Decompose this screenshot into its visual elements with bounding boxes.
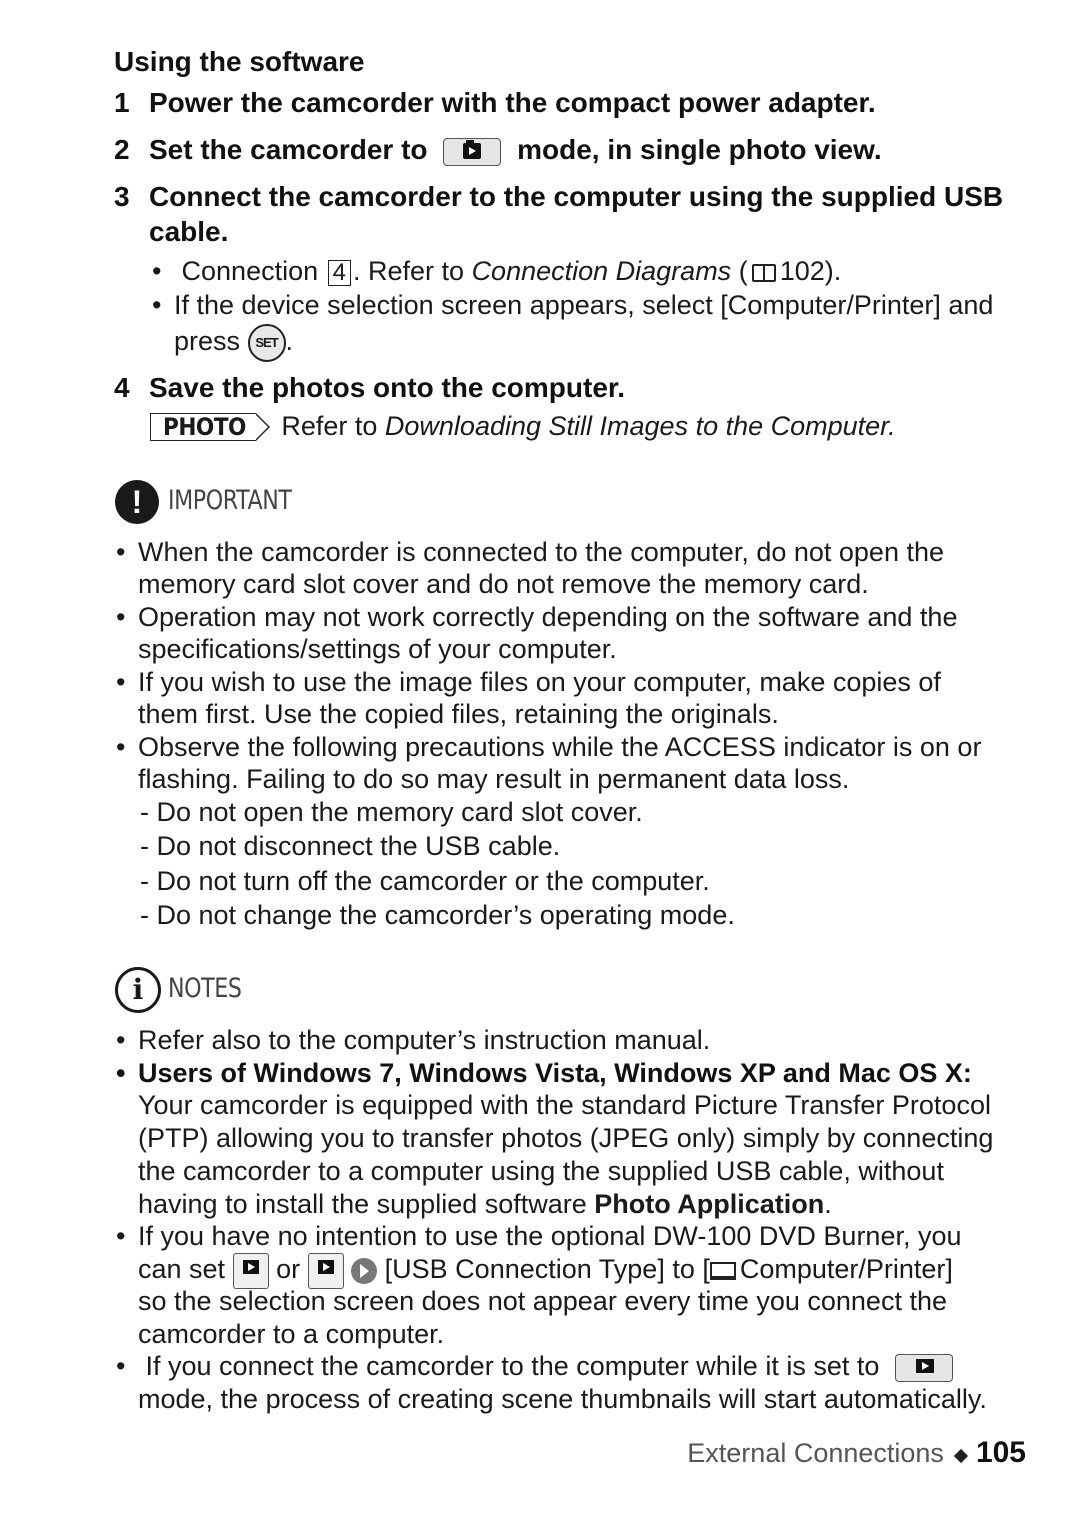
bullet-text: Connection: [181, 256, 319, 286]
note-item: If you connect the camcorder to the comp…: [116, 1351, 953, 1382]
step-number: 3: [114, 181, 130, 212]
reference-text: Refer to: [281, 411, 378, 441]
movie-mode-icon: [232, 1253, 269, 1289]
note-item: If you have no intention to use the opti…: [116, 1221, 962, 1252]
precaution-item: - Do not disconnect the USB cable.: [140, 831, 561, 861]
step-1: 1 Power the camcorder with the compact po…: [114, 87, 876, 119]
note-item-os-heading: Users of Windows 7, Windows Vista, Windo…: [116, 1058, 972, 1089]
step-text: Connect the camcorder to the computer us…: [149, 181, 1004, 212]
step-number: 2: [114, 134, 130, 165]
step-text: mode, in single photo view.: [517, 134, 882, 165]
section-title: Using the software: [114, 46, 365, 77]
bullet-text: . Refer to: [353, 256, 465, 286]
info-icon: i: [115, 967, 161, 1013]
precaution-item: - Do not open the memory card slot cover…: [140, 797, 643, 827]
photo-mode-icon: [443, 137, 502, 166]
diamond-icon: [953, 1448, 969, 1463]
note-item-cont: Your camcorder is equipped with the stan…: [138, 1090, 991, 1120]
note-item-cont: so the selection screen does not appear …: [138, 1286, 947, 1316]
set-button-icon: SET: [247, 324, 286, 362]
photo-tag-icon: PHOTO: [150, 413, 270, 441]
page-reference: 102).: [779, 256, 842, 286]
important-item: Operation may not work correctly dependi…: [116, 602, 957, 633]
important-icon: !: [115, 480, 159, 524]
page-number: 105: [975, 1436, 1026, 1469]
step-2: 2 Set the camcorder to mode, in single ph…: [114, 134, 882, 166]
important-item-cont: flashing. Failing to do so may result in…: [138, 764, 850, 794]
important-item-cont: specifications/settings of your computer…: [138, 634, 617, 664]
computer-icon: [709, 1262, 736, 1280]
cross-reference-link[interactable]: Downloading Still Images to the Computer…: [385, 411, 896, 441]
bullet-text: .: [285, 326, 294, 357]
note-item-cont: camcorder to a computer.: [138, 1319, 445, 1349]
note-item-cont: the camcorder to a computer using the su…: [138, 1156, 944, 1186]
cross-reference-link[interactable]: Connection Diagrams: [472, 256, 732, 286]
book-icon: [751, 263, 776, 282]
important-heading: IMPORTANT: [168, 485, 292, 516]
page-footer: External Connections 105: [687, 1436, 1026, 1470]
movie-mode-icon: [894, 1353, 953, 1382]
step-number: 1: [114, 87, 130, 118]
setting-value: Computer/Printer]: [739, 1254, 953, 1285]
step-text: Power the camcorder with the compact pow…: [149, 87, 876, 118]
note-text: If you connect the camcorder to the comp…: [145, 1351, 880, 1381]
step-3: 3 Connect the camcorder to the computer u…: [114, 181, 1003, 213]
note-item: Refer also to the computer’s instruction…: [116, 1025, 710, 1056]
precaution-item: - Do not change the camcorder’s operatin…: [140, 900, 735, 930]
setting-name: [USB Connection Type] to [: [384, 1254, 710, 1285]
important-item: Observe the following precautions while …: [116, 732, 981, 763]
step-number: 4: [114, 372, 130, 403]
note-text: having to install the supplied software: [138, 1189, 587, 1219]
step-3-bullet-connection: Connection 4. Refer to Connection Diagra…: [152, 256, 841, 287]
photo-mode-icon: [307, 1253, 344, 1289]
step-4-reference: PHOTO Refer to Downloading Still Images …: [150, 411, 896, 442]
note-text: .: [824, 1189, 832, 1219]
step-4: 4 Save the photos onto the computer.: [114, 372, 625, 404]
software-name: Photo Application: [594, 1189, 825, 1219]
note-item-cont: can set or [USB Connection Type] to [ Com…: [138, 1253, 953, 1289]
note-text: or: [276, 1254, 301, 1285]
note-item-cont: (PTP) allowing you to transfer photos (J…: [138, 1123, 994, 1153]
important-item: When the camcorder is connected to the c…: [116, 537, 944, 568]
precaution-item: - Do not turn off the camcorder or the c…: [140, 866, 710, 896]
important-item-cont: them first. Use the copied files, retain…: [138, 699, 779, 729]
note-item-cont: having to install the supplied software …: [138, 1189, 832, 1220]
step-3-cont: cable.: [149, 216, 229, 247]
important-item: If you wish to use the image files on yo…: [116, 667, 941, 698]
bullet-text: (: [738, 256, 748, 286]
connection-number-box: 4: [327, 260, 351, 286]
step-text: Set the camcorder to: [149, 134, 428, 165]
note-text: can set: [138, 1254, 226, 1285]
important-item-cont: memory card slot cover and do not remove…: [138, 569, 869, 599]
step-3-bullet-device-selection: If the device selection screen appears, …: [152, 290, 993, 321]
bullet-text: press: [174, 326, 241, 357]
step-text: Save the photos onto the computer.: [149, 372, 626, 403]
note-item-cont: mode, the process of creating scene thum…: [138, 1384, 987, 1414]
footer-section: External Connections: [687, 1438, 944, 1468]
menu-arrow-icon: [351, 1258, 378, 1284]
step-3-bullet-cont: press SET.: [174, 324, 293, 362]
notes-heading: NOTES: [168, 973, 242, 1004]
